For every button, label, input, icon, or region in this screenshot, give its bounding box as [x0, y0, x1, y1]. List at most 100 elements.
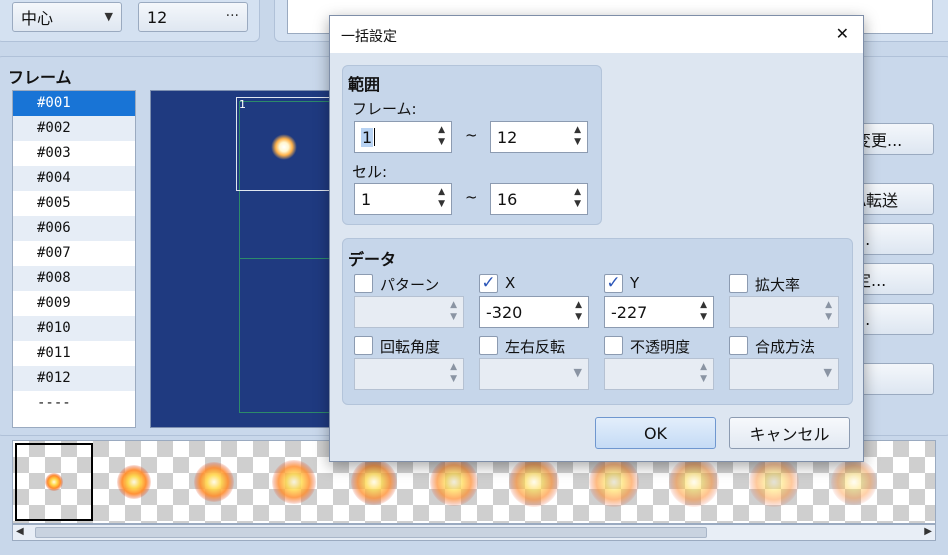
field-label[interactable]: 左右反転	[505, 336, 565, 357]
cell-from-field[interactable]: 1 ▲ ▼	[354, 183, 452, 215]
cell-to-value: 16	[497, 189, 518, 209]
close-icon[interactable]: ✕	[836, 24, 849, 43]
field-label[interactable]: X	[505, 274, 515, 292]
explosion-sprite	[45, 473, 63, 491]
field-checkbox[interactable]	[354, 336, 373, 355]
field-label[interactable]: 不透明度	[630, 336, 690, 357]
field-spinbox[interactable]: ▲ ▼	[604, 358, 714, 390]
field-checkbox[interactable]: ✓	[604, 274, 623, 293]
field-checkbox[interactable]	[354, 274, 373, 293]
dialog-title: 一括設定	[341, 29, 397, 45]
frame-from-value: 1	[361, 127, 374, 147]
field-spinbox[interactable]: -227 ▲ ▼	[604, 296, 714, 328]
field-label[interactable]: Y	[630, 274, 639, 292]
explosion-sprite	[831, 459, 877, 505]
field-spinbox[interactable]: ▲ ▼	[729, 296, 839, 328]
frame-list-item[interactable]: #012	[13, 366, 135, 391]
scroll-left-icon[interactable]: ◀	[16, 526, 24, 537]
text-caret	[374, 128, 376, 146]
cell-number-label: 1	[239, 98, 246, 111]
frame-from-field[interactable]: 1 ▲ ▼	[354, 121, 452, 153]
field-value: -227	[611, 302, 648, 322]
field-select[interactable]: ▼	[729, 358, 839, 390]
origin-select-value: 中心	[21, 9, 54, 28]
field-label[interactable]: 回転角度	[380, 336, 440, 357]
frame-range-label: フレーム:	[352, 100, 417, 118]
frames-count-value: 12	[147, 7, 168, 27]
spin-arrows-icon[interactable]: ▲ ▼	[575, 299, 582, 323]
frame-list-item[interactable]: #006	[13, 216, 135, 241]
spin-arrows-icon[interactable]: ▲ ▼	[450, 361, 457, 385]
frame-list-item[interactable]: #001	[13, 91, 135, 116]
batch-settings-dialog: 一括設定 ✕ 範囲 フレーム: 1 ▲ ▼ ~ 12 ▲ ▼ セル: 1 ▲ ▼ ~ …	[329, 15, 864, 462]
frame-to-field[interactable]: 12 ▲ ▼	[490, 121, 588, 153]
canvas-guide-line	[239, 258, 341, 259]
animation-canvas[interactable]: 1	[150, 90, 346, 428]
spin-arrows-icon[interactable]: ▲ ▼	[574, 186, 581, 210]
explosion-sprite	[272, 460, 316, 504]
frame-list-item[interactable]: #005	[13, 191, 135, 216]
field-value: -320	[486, 302, 523, 322]
chevron-down-icon[interactable]: ▼	[824, 367, 832, 379]
field-label[interactable]: パターン	[380, 274, 439, 295]
field-spinbox[interactable]: -320 ▲ ▼	[479, 296, 589, 328]
spin-arrows-icon[interactable]: ▲ ▼	[700, 299, 707, 323]
explosion-sprite	[509, 457, 559, 507]
field-checkbox[interactable]	[479, 336, 498, 355]
frame-list-item[interactable]: #010	[13, 316, 135, 341]
frame-list-item[interactable]: ----	[13, 391, 135, 416]
chevron-down-icon[interactable]: ▼	[574, 367, 582, 379]
scroll-right-icon[interactable]: ▶	[924, 526, 932, 537]
field-checkbox[interactable]: ✓	[479, 274, 498, 293]
spin-arrows-icon[interactable]: ▲ ▼	[700, 361, 707, 385]
spin-arrows-icon[interactable]: ▲ ▼	[438, 124, 445, 148]
cell-range-label: セル:	[352, 163, 388, 181]
range-label: 範囲	[348, 75, 381, 94]
cancel-button[interactable]: キャンセル	[729, 417, 850, 449]
field-checkbox[interactable]	[604, 336, 623, 355]
spark-sprite	[271, 134, 297, 160]
frame-list[interactable]: #001 #002 #003 #004 #005 #006 #007 #008 #009 #010…	[12, 90, 136, 428]
frame-list-item[interactable]: #011	[13, 341, 135, 366]
field-select[interactable]: ▼	[479, 358, 589, 390]
field-label[interactable]: 合成方法	[755, 336, 815, 357]
data-label: データ	[348, 250, 397, 269]
frame-list-item[interactable]: #003	[13, 141, 135, 166]
ok-button[interactable]: OK	[595, 417, 716, 449]
field-spinbox[interactable]: ▲ ▼	[354, 296, 464, 328]
frame-list-item[interactable]: #009	[13, 291, 135, 316]
frame-list-item[interactable]: #004	[13, 166, 135, 191]
origin-select[interactable]: 中心 ▼	[12, 2, 122, 32]
frame-list-item[interactable]: #007	[13, 241, 135, 266]
frame-list-item[interactable]: #002	[13, 116, 135, 141]
field-checkbox[interactable]	[729, 336, 748, 355]
horizontal-scrollbar[interactable]: ◀ ▶	[12, 524, 936, 541]
pattern-cell[interactable]	[95, 443, 173, 521]
tilde-label: ~	[465, 126, 478, 144]
explosion-sprite	[669, 457, 719, 507]
pattern-cell[interactable]	[175, 443, 253, 521]
chevron-down-icon: ▼	[104, 10, 113, 23]
pattern-cell[interactable]	[15, 443, 93, 521]
dialog-titlebar: 一括設定 ✕	[330, 16, 863, 53]
spin-arrows-icon[interactable]: ▲ ▼	[438, 186, 445, 210]
explosion-sprite	[430, 458, 478, 506]
explosion-sprite	[351, 459, 397, 505]
scroll-thumb[interactable]	[35, 527, 707, 538]
spin-arrows-icon[interactable]: ▲ ▼	[450, 299, 457, 323]
field-spinbox[interactable]: ▲ ▼	[354, 358, 464, 390]
tilde-label: ~	[465, 188, 478, 206]
cell-to-field[interactable]: 16 ▲ ▼	[490, 183, 588, 215]
frames-count-field[interactable]: 12 ···	[138, 2, 248, 32]
frame-list-item[interactable]: #008	[13, 266, 135, 291]
spin-arrows-icon[interactable]: ▲ ▼	[825, 299, 832, 323]
frame-to-value: 12	[497, 127, 518, 147]
field-checkbox[interactable]	[729, 274, 748, 293]
field-label[interactable]: 拡大率	[755, 274, 800, 295]
pattern-cell[interactable]	[255, 443, 333, 521]
explosion-sprite	[589, 457, 639, 507]
spin-arrows-icon[interactable]: ▲ ▼	[574, 124, 581, 148]
explosion-sprite	[117, 465, 151, 499]
cell-from-value: 1	[361, 189, 372, 209]
frame-section-title: フレーム	[8, 68, 72, 87]
